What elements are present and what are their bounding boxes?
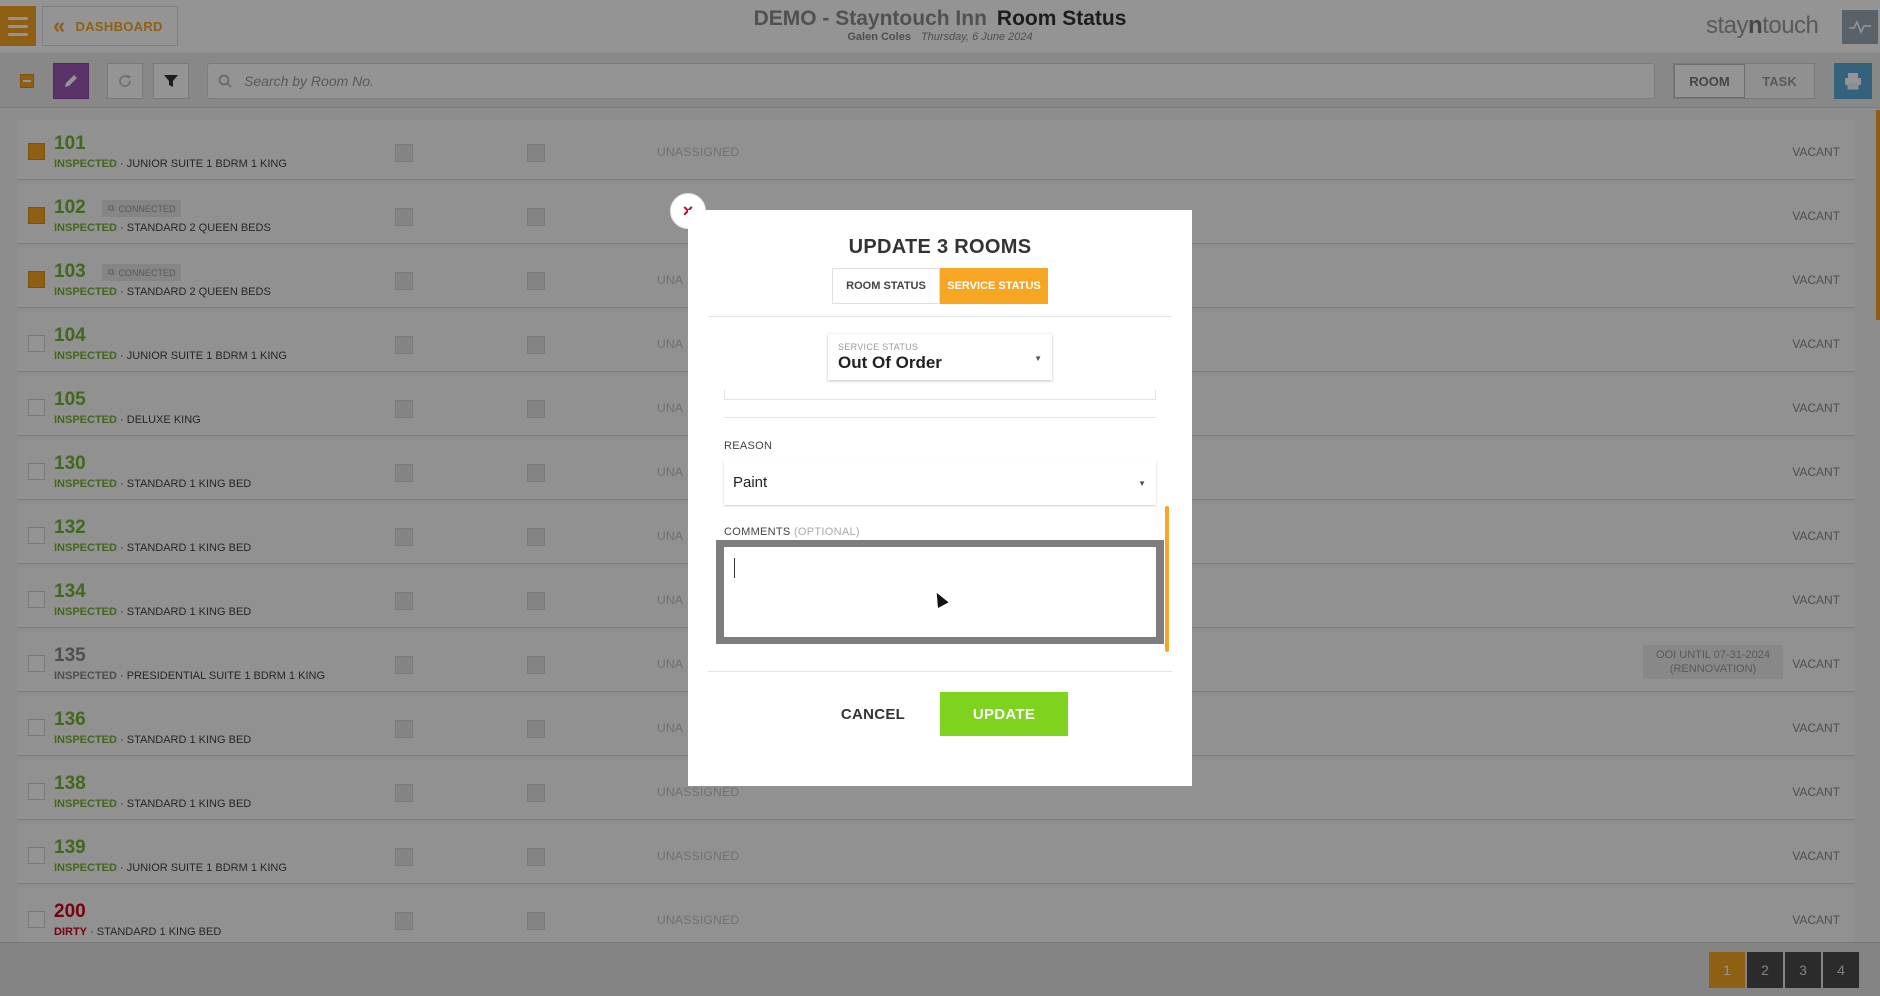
modal-scrollbar[interactable]	[1165, 506, 1169, 652]
tab-service-status[interactable]: SERVICE STATUS	[940, 268, 1048, 304]
reason-label: REASON	[724, 440, 773, 452]
reason-select[interactable]: Paint ▼	[724, 459, 1156, 505]
modal-title: UPDATE 3 ROOMS	[848, 236, 1032, 258]
modal-tabs: ROOM STATUS SERVICE STATUS	[832, 268, 1048, 304]
dropdown-arrow-icon: ▼	[1138, 479, 1146, 488]
text-caret	[734, 558, 735, 578]
reason-value: Paint	[733, 473, 768, 491]
update-rooms-modal: UPDATE 3 ROOMS ROOM STATUS SERVICE STATU…	[688, 210, 1192, 786]
comments-label: COMMENTS (OPTIONAL)	[724, 526, 860, 538]
optional-hint: (OPTIONAL)	[793, 526, 860, 538]
service-status-label: SERVICE STATUS	[838, 342, 919, 352]
modal-divider	[708, 316, 1172, 317]
service-status-select[interactable]: SERVICE STATUS Out Of Order ▼	[828, 334, 1052, 380]
modal-divider	[708, 671, 1172, 672]
modal-divider	[724, 417, 1156, 418]
cancel-button[interactable]: CANCEL	[828, 692, 918, 736]
dropdown-arrow-icon: ▼	[1034, 354, 1042, 363]
tab-room-status[interactable]: ROOM STATUS	[832, 268, 940, 304]
hidden-field-edge	[724, 390, 1156, 400]
service-status-value: Out Of Order	[838, 353, 942, 372]
update-button[interactable]: UPDATE	[940, 692, 1068, 736]
